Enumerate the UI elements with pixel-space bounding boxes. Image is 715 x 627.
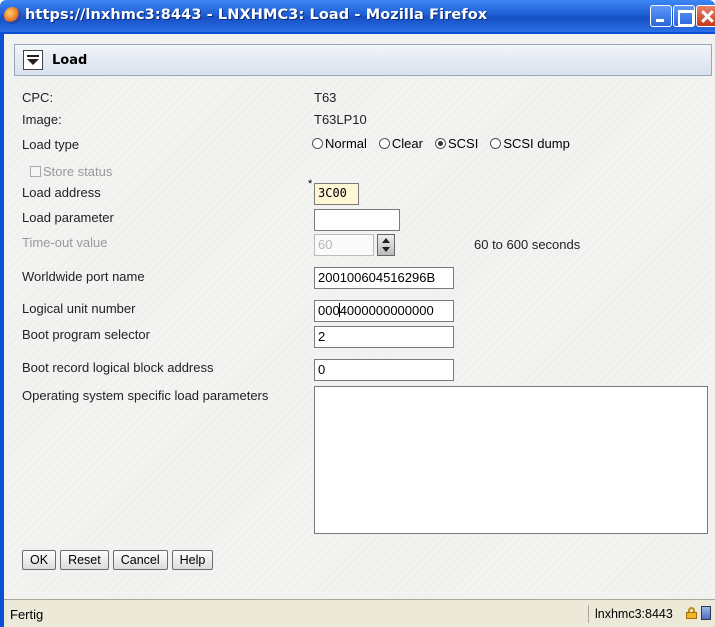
- cancel-button[interactable]: Cancel: [112, 550, 168, 570]
- image-label: Image:: [22, 112, 62, 127]
- load-type-scsi[interactable]: SCSI: [434, 136, 478, 151]
- os-params-label: Operating system specific load parameter…: [22, 388, 269, 403]
- reset-button[interactable]: Reset: [60, 550, 109, 570]
- firefox-icon: [4, 7, 21, 24]
- boot-record-label: Boot record logical block address: [22, 360, 214, 375]
- cpc-value: T63: [314, 90, 337, 105]
- status-bar: Fertig lnxhmc3:8443: [4, 599, 715, 627]
- boot-selector-label: Boot program selector: [22, 327, 150, 342]
- checkbox-icon[interactable]: [30, 166, 41, 177]
- image-value: T63LP10: [314, 112, 367, 127]
- load-type-scsi-dump[interactable]: SCSI dump: [490, 136, 570, 151]
- cpc-label: CPC:: [22, 90, 54, 105]
- panel-title: Load: [52, 53, 88, 68]
- timeout-range-hint: 60 to 600 seconds: [474, 237, 581, 252]
- status-text: Fertig: [10, 607, 44, 622]
- panel-header: Load: [14, 44, 712, 76]
- load-parameter-label: Load parameter: [22, 210, 114, 225]
- extension-icon[interactable]: [701, 606, 711, 620]
- minimize-button[interactable]: [650, 5, 672, 27]
- window-title: https://lnxhmc3:8443 - LNXHMC3: Load - M…: [25, 7, 488, 23]
- load-address-label: Load address: [22, 185, 101, 200]
- page-content: Load CPC: T63 Image: T63LP10 Load type N…: [4, 34, 715, 599]
- load-type-radio-group: Normal Clear SCSI SCSI dump: [312, 136, 570, 151]
- timeout-spinner-icon[interactable]: [377, 234, 395, 256]
- boot-selector-input[interactable]: 2: [314, 326, 454, 348]
- radio-selected-icon[interactable]: [434, 138, 446, 149]
- radio-icon[interactable]: [312, 138, 323, 149]
- timeout-input[interactable]: 60: [314, 234, 374, 256]
- collapse-icon[interactable]: [23, 50, 43, 70]
- load-type-label: Load type: [22, 137, 80, 152]
- lun-input[interactable]: 0004000000000000: [314, 300, 454, 322]
- radio-icon[interactable]: [490, 138, 502, 149]
- window-titlebar[interactable]: https://lnxhmc3:8443 - LNXHMC3: Load - M…: [0, 0, 715, 32]
- close-button[interactable]: [696, 5, 715, 27]
- button-bar: OK Reset Cancel Help: [22, 550, 214, 570]
- lun-label: Logical unit number: [22, 301, 136, 316]
- os-params-textarea[interactable]: [314, 386, 708, 534]
- load-type-normal[interactable]: Normal: [312, 136, 367, 151]
- timeout-label: Time-out value: [22, 235, 108, 250]
- wwpn-input[interactable]: 200100604516296B: [314, 267, 454, 289]
- load-parameter-input[interactable]: [314, 209, 400, 231]
- store-status-checkbox[interactable]: Store status: [30, 164, 112, 179]
- status-host: lnxhmc3:8443: [588, 605, 673, 623]
- lock-icon[interactable]: [686, 607, 697, 619]
- ok-button[interactable]: OK: [22, 550, 57, 570]
- maximize-button[interactable]: [673, 5, 695, 27]
- help-button[interactable]: Help: [171, 550, 214, 570]
- store-status-label: Store status: [43, 164, 113, 179]
- wwpn-label: Worldwide port name: [22, 269, 145, 284]
- radio-icon[interactable]: [378, 138, 390, 149]
- boot-record-input[interactable]: 0: [314, 359, 454, 381]
- required-marker: *: [308, 178, 313, 190]
- load-address-input[interactable]: 3C00: [314, 183, 359, 205]
- load-type-clear[interactable]: Clear: [378, 136, 423, 151]
